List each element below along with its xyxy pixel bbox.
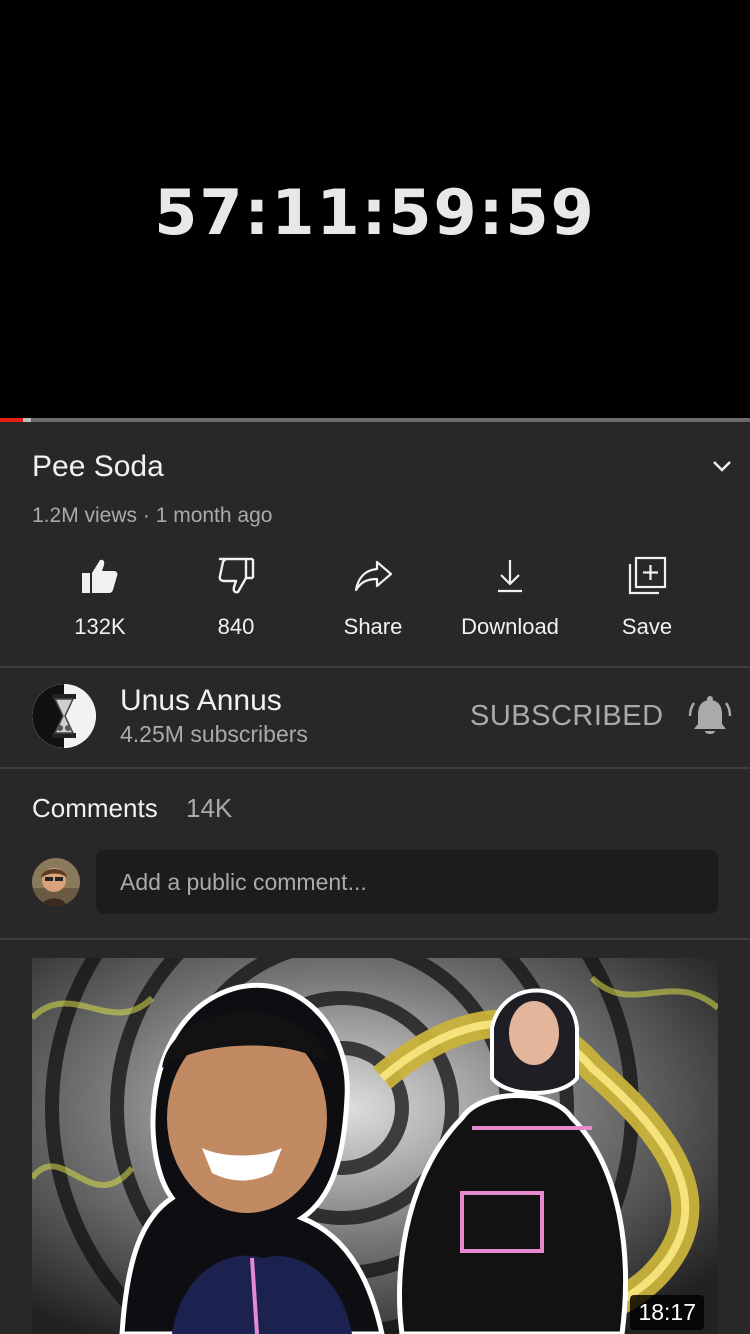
download-label: Download	[461, 614, 559, 639]
dislike-count: 840	[217, 614, 255, 639]
download-button[interactable]: Download	[440, 556, 580, 640]
download-icon	[498, 560, 522, 593]
next-video-thumbnail[interactable]: 18:17	[32, 958, 718, 1334]
thumbnail-image	[32, 958, 718, 1334]
subscribed-button[interactable]: SUBSCRIBED	[470, 700, 664, 733]
divider	[0, 666, 750, 668]
save-label: Save	[621, 614, 673, 639]
action-bar: 132K 840 Share Download Save	[0, 556, 750, 646]
share-icon	[354, 560, 393, 592]
chevron-down-icon[interactable]	[708, 452, 736, 480]
thumbs-up-icon	[82, 559, 118, 593]
channel-name[interactable]: Unus Annus	[120, 684, 282, 718]
hourglass-logo-icon	[32, 684, 96, 748]
notification-bell-icon[interactable]	[688, 694, 732, 738]
user-avatar	[32, 858, 80, 906]
thumbs-down-icon	[218, 557, 255, 594]
share-button[interactable]: Share	[303, 556, 443, 640]
divider	[0, 938, 750, 940]
comments-count: 14K	[186, 793, 233, 823]
comment-box[interactable]	[96, 850, 718, 914]
like-button[interactable]: 132K	[30, 556, 170, 640]
comment-input[interactable]	[120, 850, 700, 914]
video-title: Pee Soda	[32, 450, 164, 483]
subscriber-count: 4.25M subscribers	[120, 721, 308, 747]
video-meta: 1.2M views · 1 month ago	[32, 504, 273, 527]
save-to-playlist-icon	[628, 556, 667, 595]
comments-label[interactable]: Comments	[32, 793, 158, 824]
divider	[0, 767, 750, 769]
video-duration-badge: 18:17	[630, 1295, 704, 1330]
channel-avatar[interactable]	[32, 684, 96, 748]
share-label: Share	[343, 614, 403, 639]
like-count: 132K	[74, 614, 126, 639]
countdown-timer: 57:11:59:59	[154, 176, 596, 249]
video-player[interactable]: 57:11:59:59	[0, 0, 750, 418]
dislike-button[interactable]: 840	[166, 556, 306, 640]
save-button[interactable]: Save	[577, 556, 717, 640]
